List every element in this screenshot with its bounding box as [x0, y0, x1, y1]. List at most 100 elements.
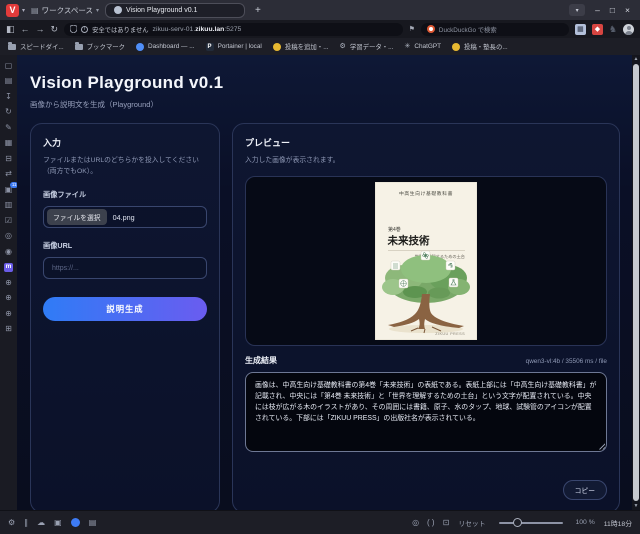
zoom-slider-knob[interactable]: [513, 518, 522, 527]
svg-text:中高生向け基礎教科書: 中高生向け基礎教科書: [399, 190, 453, 197]
extension-grid-icon[interactable]: ▦: [575, 24, 586, 35]
bookmark-item[interactable]: Dashboard — ...: [136, 43, 195, 51]
archive-icon[interactable]: ▣: [54, 519, 62, 527]
sessions-panel-icon[interactable]: ▣11: [3, 185, 14, 194]
blue-extension-icon[interactable]: [71, 518, 80, 527]
feed-status-icon[interactable]: ▤: [89, 519, 97, 527]
tab-bar: V ▾ ▤ ワークスペース ▾ Vision Playground v0.1 +…: [0, 0, 640, 20]
address-bar: ◧ ← → ↻ i 安全ではありません zikuu-serv-01.zikuu.…: [0, 20, 640, 38]
web-panel-icon[interactable]: ⊕: [3, 309, 14, 318]
bookmarks-panel-icon[interactable]: ▢: [3, 61, 14, 70]
browser-window: V ▾ ▤ ワークスペース ▾ Vision Playground v0.1 +…: [0, 0, 640, 534]
translate-panel-icon[interactable]: ▦: [3, 139, 14, 148]
sync-status-icon[interactable]: ⚙: [8, 519, 15, 527]
preview-panel: プレビュー 入力した画像が表示されます。 中高生向け基礎教科書 第4巻 未来技術…: [232, 123, 620, 510]
vivaldi-menu-button[interactable]: V: [6, 4, 19, 17]
zoom-slider[interactable]: [499, 522, 563, 524]
result-meta: qwen3-vl:4b / 35506 ms / file: [526, 358, 607, 365]
zoom-reset-button[interactable]: リセット: [458, 518, 485, 528]
cloud-icon[interactable]: ☁: [37, 519, 45, 527]
result-label: 生成結果: [245, 355, 277, 366]
reload-button[interactable]: ↻: [51, 25, 59, 34]
book-cover-image: 中高生向け基礎教科書 第4巻 未来技術 世界を理解するための土台: [375, 182, 477, 340]
zoom-level: 100 %: [576, 519, 595, 526]
bookmark-item[interactable]: ✳ ChatGPT: [404, 43, 441, 50]
bookmark-label: Dashboard — ...: [148, 43, 195, 50]
extension-red-icon[interactable]: ◆: [592, 24, 603, 35]
page-scrollbar[interactable]: ▲ ▼: [632, 55, 640, 510]
bookmark-label: Portainer | local: [218, 43, 262, 50]
bookmark-item[interactable]: P Portainer | local: [206, 43, 262, 51]
tab-dropdown-button[interactable]: ▾: [569, 4, 585, 16]
pause-icon[interactable]: ∥: [24, 519, 28, 527]
bookmark-item[interactable]: 投稿・塾長の...: [452, 42, 508, 51]
history-panel-icon[interactable]: ↻: [3, 108, 14, 117]
bookmark-label: ChatGPT: [414, 43, 441, 50]
result-textarea[interactable]: 画像は、中高生向け基礎教科書の第4巻「未来技術」の表紙である。表紙上部には「中高…: [245, 372, 607, 452]
bookmark-favicon: [136, 43, 144, 51]
scroll-up-icon[interactable]: ▲: [634, 55, 639, 63]
info-icon[interactable]: i: [81, 26, 88, 33]
page-actions-icon[interactable]: ⊡: [443, 519, 450, 527]
web-panel-icon[interactable]: ⊕: [3, 294, 14, 303]
tasks-panel-icon[interactable]: ☑: [3, 216, 14, 225]
window-minimize-button[interactable]: –: [595, 5, 600, 15]
image-url-placeholder: https://...: [52, 265, 79, 272]
bookmark-favicon: [75, 44, 83, 50]
feeds-panel-icon[interactable]: ⇄: [3, 170, 14, 179]
bookmark-label: 投稿を追加・...: [285, 42, 329, 51]
web-panel-m-icon[interactable]: m: [4, 263, 13, 272]
tiling-icon[interactable]: ( ): [427, 519, 435, 527]
reading-list-panel-icon[interactable]: ▤: [3, 77, 14, 86]
add-web-panel-icon[interactable]: ⊞: [3, 325, 14, 334]
notes-panel-icon[interactable]: ✎: [3, 123, 14, 132]
url-field[interactable]: i 安全ではありません zikuu-serv-01.zikuu.lan:5275: [64, 23, 403, 36]
scroll-down-icon[interactable]: ▼: [634, 502, 639, 510]
bookmarks-bar: スピードダイ... ブックマーク Dashboard — ... P Porta…: [0, 38, 640, 55]
copy-button[interactable]: コピー: [563, 480, 607, 500]
forward-button[interactable]: →: [36, 25, 45, 34]
web-panel-icon[interactable]: ⊕: [3, 278, 14, 287]
profile-avatar[interactable]: [623, 24, 634, 35]
new-tab-button[interactable]: +: [255, 5, 261, 16]
extension-dark-icon[interactable]: ♞: [609, 24, 617, 35]
capture-icon[interactable]: ◎: [412, 519, 419, 527]
page-content: Vision Playground v0.1 画像から説明文を生成（Playgr…: [17, 55, 632, 510]
window-maximize-button[interactable]: □: [610, 5, 615, 15]
bookmark-favicon: ✳: [404, 43, 410, 50]
bookmark-favicon: ⚙: [340, 43, 346, 50]
file-select-button[interactable]: ファイルを選択: [47, 209, 107, 225]
svg-text:ZIKUU PRESS: ZIKUU PRESS: [435, 332, 465, 336]
people-panel-icon[interactable]: ◉: [3, 247, 14, 256]
input-panel: 入力 ファイルまたはURLのどちらかを投入してください（両方でもOK）。 画像フ…: [30, 123, 220, 510]
window-close-button[interactable]: ×: [625, 5, 630, 15]
workspace-selector[interactable]: ▤ ワークスペース ▾: [31, 5, 99, 16]
bookmark-item[interactable]: 投稿を追加・...: [273, 42, 329, 51]
bookmark-item[interactable]: ブックマーク: [75, 42, 125, 51]
panel-toggle-icon[interactable]: ◧: [6, 25, 15, 34]
url-text: zikuu-serv-01.zikuu.lan:5275: [153, 26, 242, 33]
file-name: 04.png: [113, 213, 135, 222]
input-panel-description: ファイルまたはURLのどちらかを投入してください（両方でもOK）。: [43, 156, 207, 177]
svg-text:未来技術: 未来技術: [387, 234, 430, 247]
preview-panel-title: プレビュー: [245, 136, 607, 149]
bookmark-page-icon[interactable]: ⚑: [409, 25, 415, 33]
scrollbar-thumb[interactable]: [633, 64, 639, 501]
mail-panel-icon[interactable]: ⊟: [3, 154, 14, 163]
bookmark-item[interactable]: スピードダイ...: [8, 42, 64, 51]
search-field[interactable]: DuckDuckGo で検索: [421, 23, 569, 36]
vivaldi-menu-caret-icon: ▾: [22, 7, 25, 14]
image-url-input[interactable]: https://...: [43, 257, 207, 279]
bookmark-favicon: [273, 43, 281, 51]
shield-icon: [70, 25, 77, 33]
contacts-panel-icon[interactable]: ◎: [3, 232, 14, 241]
tab-active[interactable]: Vision Playground v0.1: [105, 3, 245, 18]
search-placeholder: DuckDuckGo で検索: [439, 25, 497, 34]
bookmark-item[interactable]: ⚙ 学習データ・...: [340, 42, 394, 51]
back-button[interactable]: ←: [21, 25, 30, 34]
downloads-panel-icon[interactable]: ↧: [3, 92, 14, 101]
file-input[interactable]: ファイルを選択 04.png: [43, 206, 207, 228]
tab-favicon: [114, 6, 122, 14]
calendar-panel-icon[interactable]: ▥: [3, 201, 14, 210]
generate-button[interactable]: 説明生成: [43, 297, 207, 321]
